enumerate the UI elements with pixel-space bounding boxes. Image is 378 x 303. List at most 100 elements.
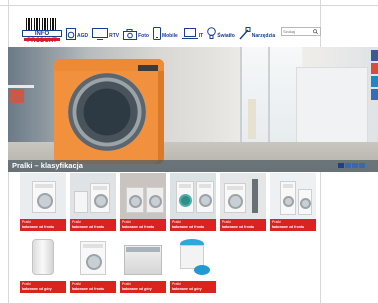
search-box — [281, 27, 321, 36]
product-title: Pralki — [72, 220, 81, 224]
main-nav: AGD RTV Foto Mobile IT Światło Narzędzia — [66, 22, 275, 42]
product-subtitle: ładowane od frontu — [122, 225, 155, 229]
nav-item-rtv[interactable]: RTV — [92, 22, 119, 40]
hero-caption: Pralki – klasyfikacja — [12, 161, 83, 170]
product-caption: Pralki ładowane od frontu — [70, 281, 116, 293]
top-loader-image — [32, 239, 54, 275]
chair-decor — [74, 191, 88, 213]
hero-caption-bar: Pralki – klasyfikacja — [8, 160, 378, 172]
person-decor — [252, 179, 258, 213]
product-card[interactable]: Pralki ładowane od frontu — [70, 235, 116, 293]
product-caption: Pralki ładowane od góry — [170, 281, 216, 293]
product-grid-row-2: Pralki ładowane od góry Pralki ładowane … — [20, 235, 216, 293]
product-card[interactable]: Pralki ładowane od frontu — [170, 173, 216, 231]
site-logo[interactable]: INFO PRODUKT — [22, 18, 62, 44]
washer-drum — [68, 73, 146, 151]
washer-control-panel — [138, 65, 158, 71]
product-subtitle: ładowane od frontu — [172, 225, 205, 229]
product-card[interactable]: Pralki ładowane od góry — [120, 235, 166, 293]
product-title: Pralki — [222, 220, 231, 224]
plant-decor — [248, 99, 256, 139]
laptop-icon — [181, 28, 198, 39]
product-image — [70, 235, 116, 281]
product-image — [220, 173, 266, 219]
slider-dot[interactable] — [359, 163, 365, 168]
phone-icon — [152, 27, 161, 40]
nav-item-foto[interactable]: Foto — [123, 22, 149, 40]
product-card[interactable]: Pralki ładowane od frontu — [220, 173, 266, 231]
product-subtitle: ładowane od frontu — [222, 225, 255, 229]
product-caption: Pralki ładowane od góry — [120, 281, 166, 293]
tools-icon — [239, 27, 251, 40]
search-input[interactable] — [283, 28, 311, 35]
product-card[interactable]: Pralki ładowane od frontu — [20, 173, 66, 231]
site-header: INFO PRODUKT AGD RTV Foto Mobile IT Świa… — [22, 18, 322, 44]
product-caption: Pralki ładowane od frontu — [270, 219, 316, 231]
product-subtitle: ładowane od frontu — [22, 225, 55, 229]
product-image — [170, 235, 216, 281]
product-card[interactable]: Pralki ładowane od frontu — [120, 173, 166, 231]
product-title: Pralki — [122, 220, 131, 224]
slider-dot[interactable] — [345, 163, 351, 168]
product-caption: Pralki ładowane od frontu — [120, 219, 166, 231]
product-image — [170, 173, 216, 219]
product-image — [120, 173, 166, 219]
hero-banner[interactable]: Pralki – klasyfikacja — [8, 47, 378, 172]
logo-underline — [24, 38, 60, 41]
product-title: Pralki — [172, 220, 181, 224]
product-card[interactable]: Pralki ładowane od frontu — [70, 173, 116, 231]
product-card[interactable]: Pralki ładowane od frontu — [270, 173, 316, 231]
google-plus-icon[interactable] — [371, 63, 378, 74]
decor-object — [10, 89, 24, 103]
product-title: Pralki — [22, 220, 31, 224]
product-caption: Pralki ładowane od góry — [20, 281, 66, 293]
search-icon[interactable] — [312, 29, 319, 34]
product-image — [20, 173, 66, 219]
nav-item-it[interactable]: IT — [181, 22, 203, 40]
product-subtitle: ładowane od góry — [22, 287, 52, 291]
nav-label: Światło — [217, 33, 235, 39]
product-image — [120, 235, 166, 281]
product-subtitle: ładowane od góry — [172, 287, 202, 291]
product-title: Pralki — [122, 282, 131, 286]
product-caption: Pralki ładowane od frontu — [170, 219, 216, 231]
washing-machine-icon — [66, 28, 76, 40]
nav-item-narzedzia[interactable]: Narzędzia — [239, 22, 275, 40]
barcode-icon — [26, 18, 58, 30]
nav-item-agd[interactable]: AGD — [66, 22, 88, 40]
product-image — [270, 173, 316, 219]
product-grid-row-1: Pralki ładowane od frontu Pralki ładowan… — [20, 173, 316, 231]
camera-icon — [123, 29, 138, 40]
bulb-icon — [207, 27, 217, 39]
product-caption: Pralki ładowane od frontu — [70, 219, 116, 231]
nav-label: Narzędzia — [251, 33, 276, 39]
product-image — [20, 235, 66, 281]
product-card[interactable]: Pralki ładowane od góry — [20, 235, 66, 293]
window-frame — [268, 47, 270, 142]
twitter-icon[interactable] — [371, 76, 378, 87]
product-subtitle: ładowane od góry — [122, 287, 152, 291]
nav-item-swiatlo[interactable]: Światło — [207, 22, 235, 40]
product-caption: Pralki ładowane od frontu — [20, 219, 66, 231]
slider-dot[interactable] — [352, 163, 358, 168]
product-caption: Pralki ładowane od frontu — [220, 219, 266, 231]
nav-label: AGD — [77, 33, 89, 39]
product-title: Pralki — [22, 282, 31, 286]
nav-label: Mobile — [161, 33, 178, 39]
product-card[interactable]: Pralki ładowane od góry — [170, 235, 216, 293]
product-subtitle: ładowane od frontu — [272, 225, 305, 229]
shelf-decor — [8, 85, 34, 88]
product-subtitle: ładowane od frontu — [72, 225, 105, 229]
product-title: Pralki — [172, 282, 181, 286]
nav-item-mobile[interactable]: Mobile — [152, 22, 178, 40]
slider-dot[interactable] — [338, 163, 344, 168]
facebook-icon[interactable] — [371, 50, 378, 61]
slider-dots — [338, 163, 365, 168]
tv-icon — [92, 28, 109, 40]
mini-washer-base — [194, 265, 210, 275]
share-icon[interactable] — [371, 89, 378, 100]
nav-label: Foto — [138, 33, 149, 39]
product-image — [70, 173, 116, 219]
social-sidebar — [371, 50, 378, 100]
nav-label: RTV — [109, 33, 120, 39]
